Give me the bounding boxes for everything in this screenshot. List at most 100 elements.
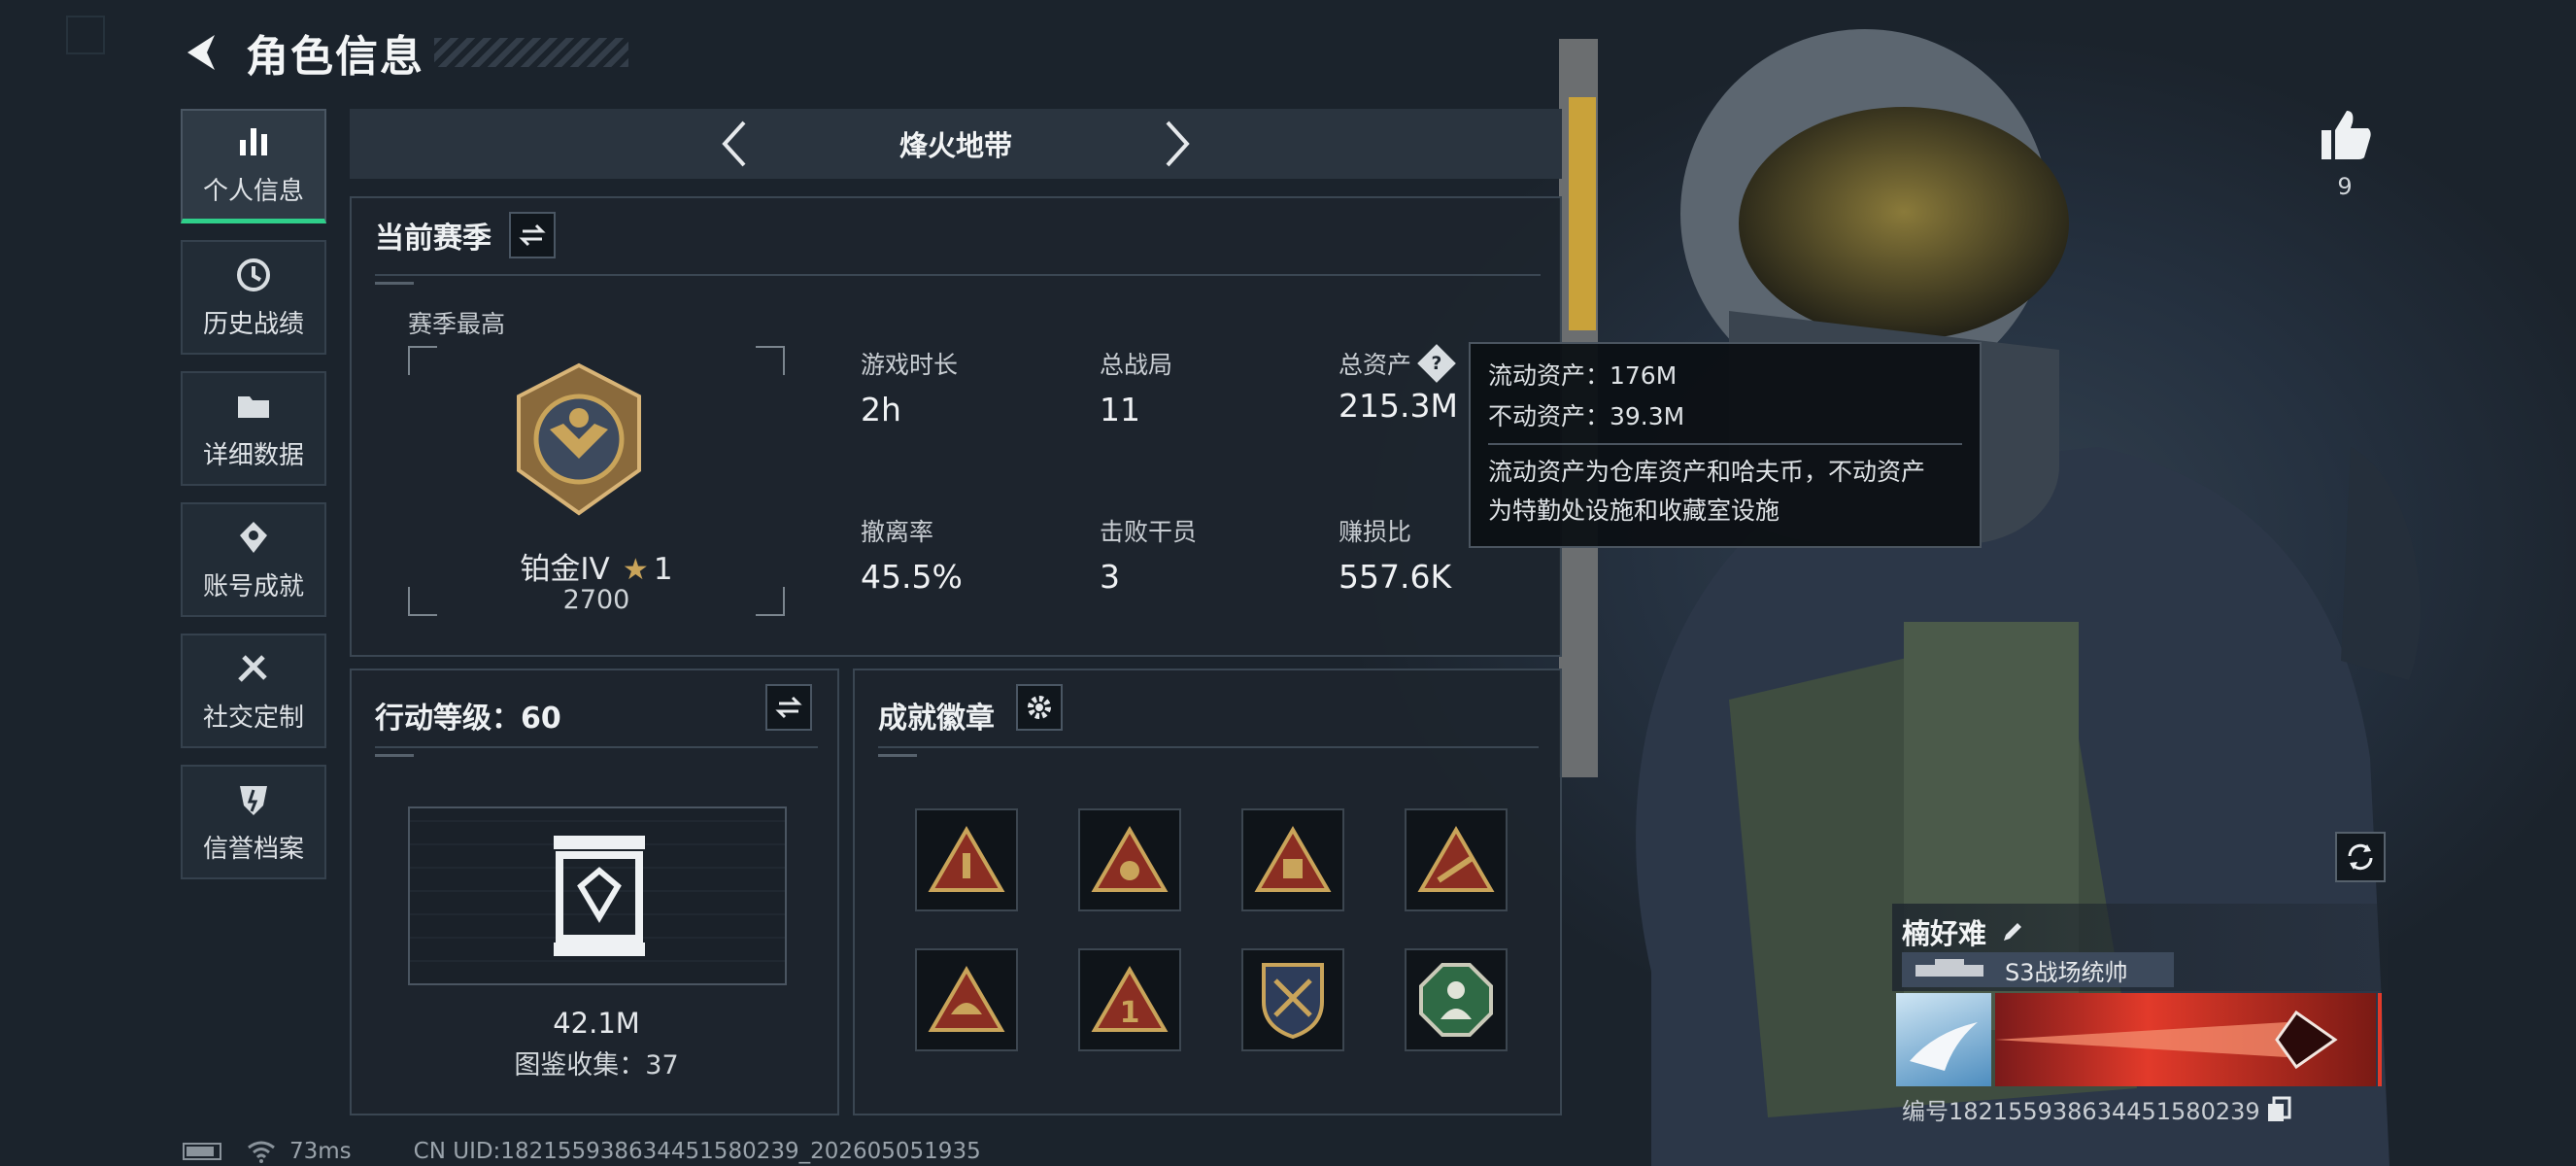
sidebar-item-credit[interactable]: 信誉档案 [181,765,326,879]
collection-count: 图鉴收集：37 [514,1050,679,1080]
divider-tick [375,754,414,757]
rotate-model-button[interactable] [2335,832,2386,882]
like-count: 9 [2337,173,2353,200]
vehicle-icon [1915,959,1983,977]
badges-settings-button[interactable] [1016,684,1063,731]
player-id-row: 编号1821559386344515802​39 [1902,1092,2291,1126]
tooltip-description-1: 流动资产为仓库资产和哈夫币，不动资产 [1488,458,1926,486]
frame-corner [408,346,437,375]
season-panel: 当前赛季 赛季最高 铂金IV ★ 1 2700 游戏时长 2h 总战局 11 总… [350,196,1562,657]
chevron-right-icon[interactable] [1158,117,1197,171]
badge-triangle-icon: 1 [1091,966,1169,1032]
achievement-badge[interactable]: 1 [1078,948,1181,1051]
frame-corner [756,346,785,375]
action-level-panel: 行动等级：60 42.1M 图鉴收集：37 [350,669,839,1115]
badge-triangle-icon [1091,826,1169,892]
svg-text:1: 1 [1120,996,1140,1030]
thumbs-up-icon[interactable] [2316,105,2374,163]
action-level-heading: 行动等级：60 [375,702,561,736]
sidebar-item-achievements[interactable]: 账号成就 [181,502,326,617]
stat-extract-rate: 撤离率 45.5% [861,513,963,596]
sidebar-item-detail-data[interactable]: 详细数据 [181,371,326,486]
sidebar-item-label: 个人信息 [202,177,304,206]
season-switch-button[interactable] [509,212,556,258]
stat-value: 215.3M [1339,387,1458,425]
achievement-badge[interactable] [1405,808,1508,911]
bar-chart-icon [240,128,267,155]
player-name: 楠好难 [1902,917,1987,950]
stat-label: 赚损比 [1339,518,1412,546]
stat-label: 总战局 [1100,351,1173,379]
stat-value: 3 [1100,558,1120,596]
achievement-badge[interactable] [1078,808,1181,911]
badge-octagon-icon [1419,963,1493,1037]
achievement-badge[interactable] [1241,808,1344,911]
tooltip-fixed-assets: 不动资产：39.3M [1488,402,1685,430]
sidebar-item-label: 历史战绩 [202,309,304,339]
stat-label: 撤离率 [861,518,934,546]
collection-card[interactable] [408,806,787,985]
rank-stars: 1 [653,552,673,587]
stat-label: 游戏时长 [861,351,959,379]
name-card-banner[interactable] [1995,993,2376,1086]
rank-points: 2700 [562,585,630,615]
tooltip-liquid-assets: 流动资产：176M [1488,361,1678,390]
help-icon[interactable]: ? [1417,344,1456,383]
edit-icon[interactable] [1998,917,2027,946]
history-icon [237,257,270,292]
title-bar: 角色信息 [180,21,628,84]
stat-label: 击败干员 [1100,518,1198,546]
mode-title: 烽火地带 [898,129,1012,162]
badge-triangle-icon [1254,826,1332,892]
stat-value: 11 [1100,391,1140,429]
badge-triangle-icon [1417,826,1495,892]
rank-line: 铂金IV ★ 1 [410,544,783,588]
achievement-badge[interactable] [915,948,1018,1051]
swap-icon [519,223,546,247]
sidebar-item-label: 详细数据 [202,440,304,470]
avatar[interactable] [1896,993,1991,1086]
back-arrow-icon[interactable] [180,29,226,76]
season-header: 当前赛季 [375,212,556,258]
banner-edge [2378,993,2382,1086]
rank-emblem-icon [517,362,641,516]
folder-icon [238,395,269,418]
season-divider [375,274,1541,276]
player-id: 编号1821559386344515802​39 [1902,1098,2260,1125]
divider-tick [375,282,414,285]
season-best-label: 赛季最高 [408,310,506,338]
achievement-badge[interactable] [1405,948,1508,1051]
badges-panel: 成就徽章 1 [853,669,1562,1115]
sidebar-item-personal-info[interactable]: 个人信息 [181,109,326,223]
action-level-switch-button[interactable] [765,684,812,731]
achievement-badge[interactable] [1241,948,1344,1051]
achievement-badge[interactable] [915,808,1018,911]
sidebar: 个人信息 历史战绩 详细数据 账号成就 社交定制 信誉档案 [181,109,330,896]
wifi-icon [248,1141,275,1163]
copy-icon[interactable] [2266,1096,2291,1123]
collection-value: 42.1M [553,1007,640,1040]
rotate-icon [2348,843,2373,871]
badge-triangle-icon [928,826,1005,892]
sidebar-item-label: 社交定制 [202,703,304,733]
badge-shield-icon [1262,963,1324,1040]
badges-divider [878,746,1539,748]
stat-total-assets: 总资产 ? 215.3M [1339,344,1458,425]
action-divider [375,746,818,748]
tooltip-description-2: 为特勤处设施和收藏室设施 [1488,497,1780,525]
mode-selector: 烽火地带 [350,109,1562,179]
sidebar-item-social[interactable]: 社交定制 [181,634,326,748]
chevron-left-icon[interactable] [715,117,754,171]
stat-value: 2h [861,391,901,429]
shield-icon [240,785,267,815]
battery-icon [183,1143,221,1160]
sidebar-item-history[interactable]: 历史战绩 [181,240,326,355]
player-title: S3战场统帅 [2005,958,2128,986]
stat-label: 总资产 [1339,351,1412,379]
rank-name: 铂金IV [520,552,610,587]
tools-icon [238,654,267,682]
stat-label-row: 总资产 ? [1339,344,1458,383]
player-title-badge: S3战场统帅 [1902,952,2174,987]
stat-value: 557.6K [1339,558,1452,596]
stat-value: 45.5% [861,558,963,596]
